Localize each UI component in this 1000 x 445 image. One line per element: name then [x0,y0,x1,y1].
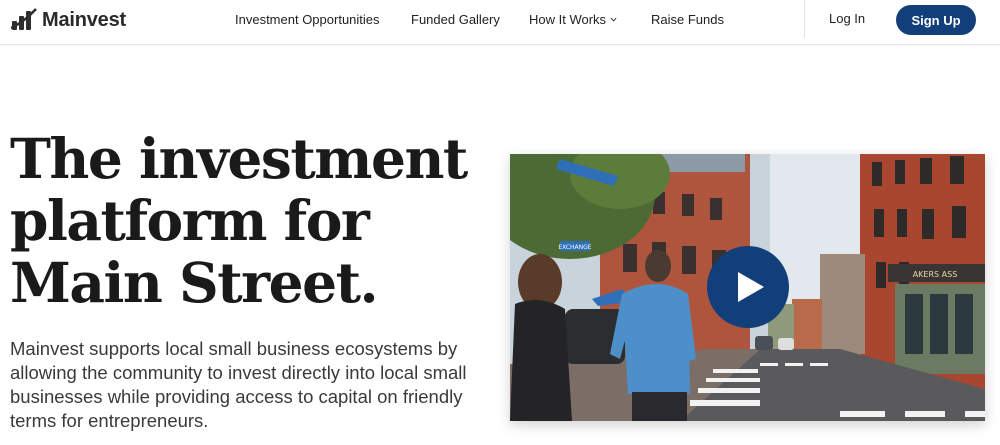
nav-divider [804,0,805,38]
hero-subtext: Mainvest supports local small business e… [10,338,467,431]
nav-investment-opportunities[interactable]: Investment Opportunities [235,12,380,27]
street-sign-text: EXCHANGE [558,244,591,251]
play-icon [738,272,764,302]
hero-video[interactable]: AKERS ASS EXCHANGE [510,154,985,421]
chevron-down-icon [610,17,617,22]
hero-headline: The investment platform for Main Street. [10,128,480,314]
headline-line: Main Street. [10,250,379,315]
shop-sign-text: AKERS ASS [913,270,958,279]
nav-how-it-works-label: How It Works [529,12,607,27]
headline-line: The investment [10,126,468,191]
signup-button[interactable]: Sign Up [896,5,976,35]
nav-funded-gallery[interactable]: Funded Gallery [411,12,500,27]
login-link[interactable]: Log In [829,11,865,26]
brand-name: Mainvest [42,8,126,31]
play-button[interactable] [707,246,789,328]
nav-how-it-works[interactable]: How It Works [529,12,617,27]
site-header: Mainvest Investment Opportunities Funded… [0,0,1000,45]
bars-logo-icon [11,8,37,30]
brand-logo[interactable]: Mainvest [11,7,126,33]
headline-line: platform for [10,188,370,253]
nav-raise-funds[interactable]: Raise Funds [651,12,724,27]
